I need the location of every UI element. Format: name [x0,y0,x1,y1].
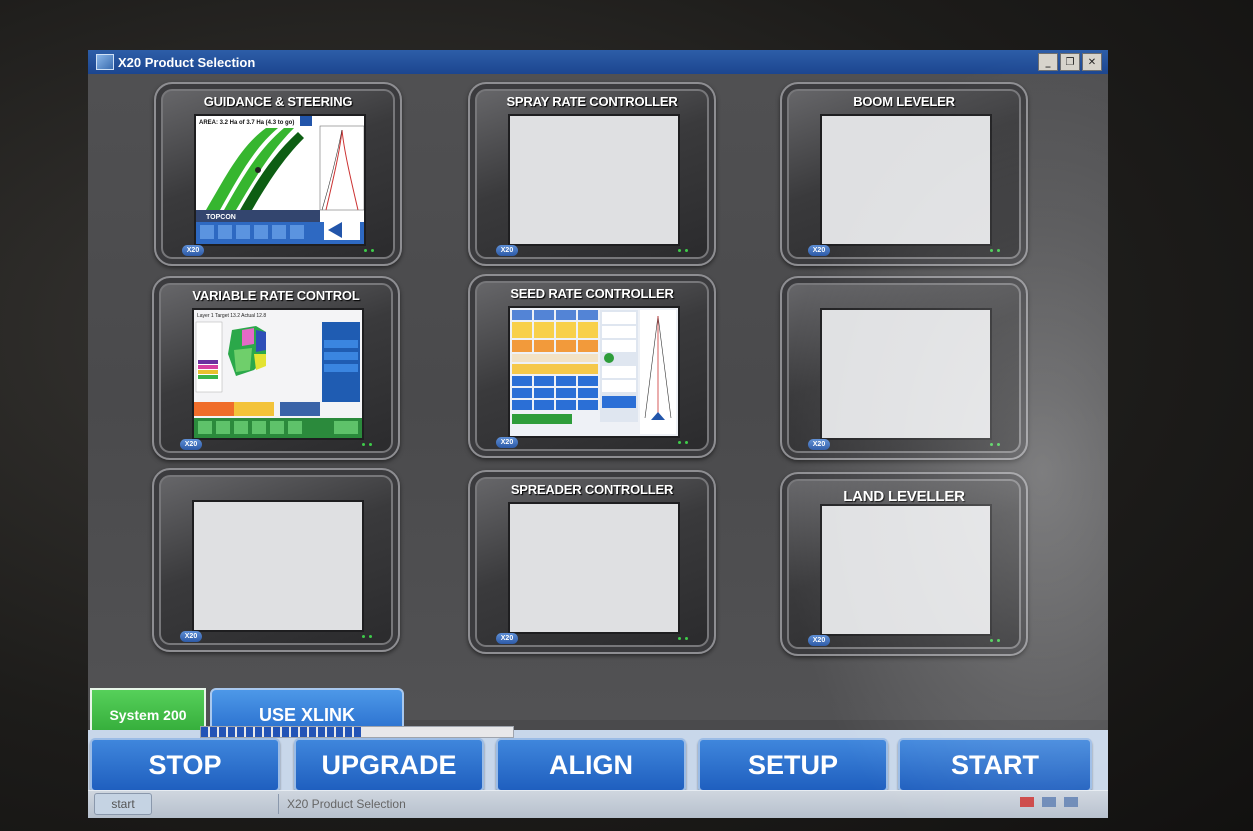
seed-rate-preview [510,308,678,436]
tile-title: SPREADER CONTROLLER [510,482,674,497]
x20-logo: X20 [496,245,518,256]
upgrade-button[interactable]: UPGRADE [294,738,484,792]
tile-title: SEED RATE CONTROLLER [510,286,674,301]
x20-logo: X20 [496,633,518,644]
tile-spreader-controller[interactable]: SPREADER CONTROLLER X20 [468,470,716,654]
tile-land-leveller[interactable]: LAND LEVELLER X20 [780,472,1028,656]
x20-logo: X20 [808,439,830,450]
tile-guidance-steering[interactable]: GUIDANCE & STEERING AREA: 3.2 Ha of 3.7 … [154,82,402,266]
tile-screen-preview: AREA: 3.2 Ha of 3.7 Ha (4.3 to go) TOPCO… [194,114,366,246]
window-controls: _ ❐ ✕ [1038,53,1102,71]
tile-seed-rate-controller[interactable]: SEED RATE CONTROLLER X20 [468,274,716,458]
tile-screen-preview [820,114,992,246]
tray-icon[interactable] [1020,797,1034,807]
x20-logo: X20 [182,245,204,256]
tile-screen-preview [508,114,680,246]
setup-button[interactable]: SETUP [698,738,888,792]
status-leds [990,249,1000,252]
stop-button[interactable]: STOP [90,738,280,792]
x20-logo: X20 [180,439,202,450]
varrate-header-text: Layer 1 Target 13.2 Actual 12.8 [197,313,266,319]
window-titlebar[interactable]: X20 Product Selection _ ❐ ✕ [88,50,1108,74]
tile-screen-preview: Layer 1 Target 13.2 Actual 12.8 [192,308,364,440]
tile-screen-preview [192,500,364,632]
tile-title: LAND LEVELLER [843,488,965,505]
guidance-map-preview: AREA: 3.2 Ha of 3.7 Ha (4.3 to go) TOPCO… [196,116,364,244]
status-leds [362,443,372,446]
app-icon [96,54,114,70]
system-tray [1020,797,1078,807]
taskbar: start X20 Product Selection [88,790,1108,818]
x20-logo: X20 [180,631,202,642]
screen: X20 Product Selection _ ❐ ✕ GUIDANCE & S… [88,50,1108,818]
status-leds [678,637,688,640]
align-button[interactable]: ALIGN [496,738,686,792]
tile-screen-preview [820,308,992,440]
variable-rate-map-preview: Layer 1 Target 13.2 Actual 12.8 [194,310,362,438]
status-leds [678,441,688,444]
x20-logo: X20 [808,245,830,256]
taskbar-task-item[interactable]: X20 Product Selection [278,794,527,814]
tray-icon[interactable] [1064,797,1078,807]
tile-variable-rate-control[interactable]: VARIABLE RATE CONTROL Layer 1 Target 13.… [152,276,400,460]
status-leds [362,635,372,638]
tile-title: VARIABLE RATE CONTROL [192,288,360,303]
tile-spray-rate-controller[interactable]: SPRAY RATE CONTROLLER X20 [468,82,716,266]
tile-empty-slot[interactable]: X20 [780,276,1028,460]
progress-bar [200,726,514,738]
status-leds [364,249,374,252]
status-leds [678,249,688,252]
guidance-header-text: AREA: 3.2 Ha of 3.7 Ha (4.3 to go) [199,120,294,126]
tile-title: GUIDANCE & STEERING [203,94,353,109]
tile-title: SPRAY RATE CONTROLLER [506,94,678,109]
brand-text: TOPCON [206,214,236,221]
window-title: X20 Product Selection [118,54,256,70]
progress-fill [201,727,364,737]
status-leds [990,443,1000,446]
tile-screen-preview [508,306,680,438]
tray-icon[interactable] [1042,797,1056,807]
tile-screen-preview [820,504,992,636]
tile-screen-preview [508,502,680,634]
x20-logo: X20 [808,635,830,646]
close-button[interactable]: ✕ [1082,53,1102,71]
x20-logo: X20 [496,437,518,448]
tile-title: BOOM LEVELER [853,94,955,109]
taskbar-start-button[interactable]: start [94,793,152,815]
tile-boom-leveler[interactable]: BOOM LEVELER X20 [780,82,1028,266]
status-leds [990,639,1000,642]
tile-empty-slot[interactable]: X20 [152,468,400,652]
minimize-button[interactable]: _ [1038,53,1058,71]
product-grid: GUIDANCE & STEERING AREA: 3.2 Ha of 3.7 … [88,74,1108,742]
start-button[interactable]: START [898,738,1092,792]
maximize-button[interactable]: ❐ [1060,53,1080,71]
